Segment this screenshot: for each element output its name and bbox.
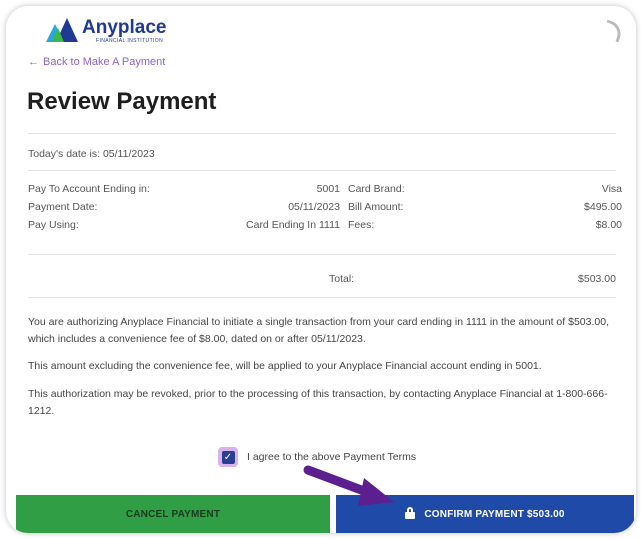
todays-date: Today's date is: 05/11/2023 [28,148,155,160]
detail-label: Bill Amount: [348,201,404,213]
back-to-make-payment-link[interactable]: ← Back to Make A Payment [28,56,165,68]
back-link-label: Back to Make A Payment [43,56,166,68]
detail-value: 5001 [316,183,340,195]
detail-value: 05/11/2023 [288,201,340,213]
account-application-text: This amount excluding the convenience fe… [28,360,542,372]
detail-label: Pay Using: [28,219,79,231]
detail-row: Pay Using: Card Ending In 1111 Fees: $8.… [28,219,622,237]
corner-decoration-icon [601,19,625,43]
arrow-left-icon: ← [28,56,39,68]
brand-subtitle: FINANCIAL INSTITUTION [96,38,164,44]
detail-label: Pay To Account Ending in: [28,183,150,195]
detail-label: Card Brand: [348,183,405,195]
divider [28,170,616,171]
confirm-payment-label: CONFIRM PAYMENT $503.00 [424,508,565,520]
authorization-text: You are authorizing Anyplace Financial t… [28,316,609,345]
detail-value: $8.00 [595,219,622,231]
detail-value: Card Ending In 1111 [246,219,340,231]
divider [28,254,616,255]
annotation-arrow-icon [303,465,394,506]
detail-value: $495.00 [584,201,622,213]
logo-mark-icon [46,18,78,42]
payment-details: Pay To Account Ending in: 5001 Card Bran… [28,183,622,237]
cancel-payment-button[interactable]: CANCEL PAYMENT [16,495,330,533]
revocation-text: This authorization may be revoked, prior… [28,388,608,417]
brand-name: Anyplace [82,17,167,38]
detail-row: Payment Date: 05/11/2023 Bill Amount: $4… [28,201,622,219]
agree-terms-label: I agree to the above Payment Terms [247,451,417,463]
detail-label: Payment Date: [28,201,98,213]
payment-review-card: Anyplace FINANCIAL INSTITUTION ← Back to … [6,6,636,533]
divider [28,133,616,134]
detail-label: Fees: [348,219,375,231]
agree-checkbox[interactable]: ✓ [218,447,238,467]
checkmark-icon: ✓ [221,450,235,464]
cancel-payment-label: CANCEL PAYMENT [125,508,221,520]
page-title: Review Payment [27,88,217,115]
brand-logo[interactable]: Anyplace FINANCIAL INSTITUTION [46,18,166,44]
total-value: $503.00 [578,273,616,285]
detail-value: Visa [601,183,622,195]
total-label: Total: [329,273,355,285]
lock-icon [405,507,416,519]
divider [28,297,616,298]
detail-row: Pay To Account Ending in: 5001 Card Bran… [28,183,622,201]
